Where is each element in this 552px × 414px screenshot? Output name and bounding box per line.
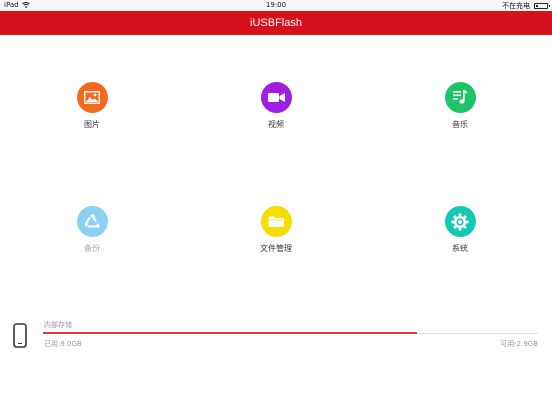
- tile-backup[interactable]: 备份: [32, 206, 152, 254]
- storage-title: 内部存储: [44, 321, 72, 329]
- storage-panel: 内部存储 已用:9.0GB 可用:2.9GB: [0, 315, 552, 355]
- tile-label: 音乐: [452, 120, 468, 129]
- tile-pictures[interactable]: 图片: [32, 82, 152, 130]
- tile-videos[interactable]: 视频: [216, 82, 336, 130]
- battery-level: [536, 5, 538, 7]
- folder-icon: [260, 206, 292, 237]
- recycle-icon: [76, 206, 108, 237]
- status-right: 不在充电: [502, 1, 550, 11]
- tile-label: 视频: [268, 120, 284, 129]
- app-title: iUSBFlash: [250, 17, 302, 29]
- status-time: 19:00: [265, 1, 287, 9]
- storage-free: 可用:2.9GB: [500, 340, 538, 348]
- tile-file-manager[interactable]: 文件管理: [216, 206, 336, 254]
- gear-icon: [444, 206, 476, 237]
- status-bar: iPad 19:00 不在充电: [0, 0, 552, 11]
- tile-system[interactable]: 系统: [400, 206, 520, 254]
- tile-label: 文件管理: [260, 244, 292, 253]
- music-note-icon: [444, 82, 476, 113]
- title-bar: iUSBFlash: [0, 11, 552, 35]
- storage-progress-fill: [43, 332, 418, 334]
- tile-label: 备份: [84, 244, 100, 253]
- tile-label: 图片: [84, 120, 100, 129]
- tile-music[interactable]: 音乐: [400, 82, 520, 130]
- charging-status: 不在充电: [502, 2, 530, 10]
- tile-label: 系统: [452, 244, 468, 253]
- storage-used: 已用:9.0GB: [44, 340, 82, 348]
- image-icon: [76, 82, 108, 113]
- battery-icon: [534, 3, 550, 9]
- video-camera-icon: [260, 82, 292, 113]
- phone-icon: [13, 323, 27, 348]
- storage-progress-bar: [43, 332, 538, 334]
